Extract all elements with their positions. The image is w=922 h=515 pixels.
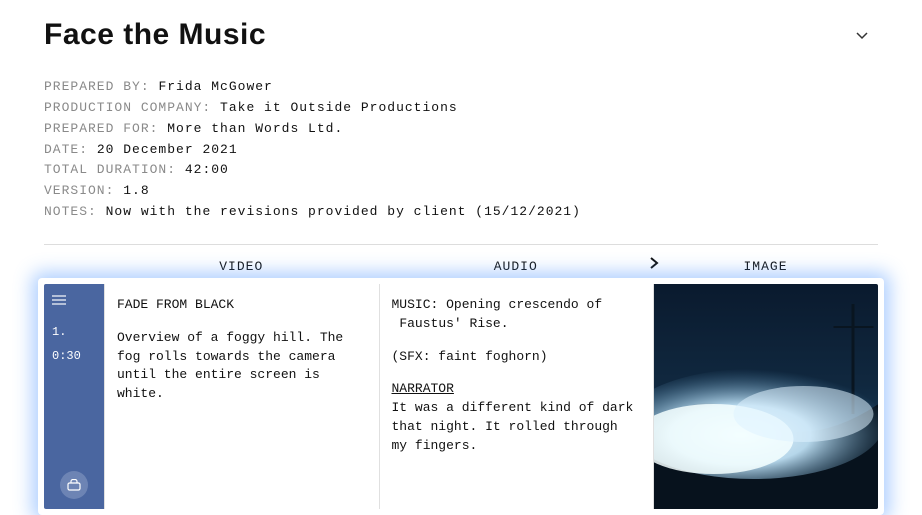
audio-cell[interactable]: MUSIC: Opening crescendo of Faustus' Ris… [379, 284, 654, 509]
row-gutter: 1. 0:30 [44, 284, 104, 509]
storyboard-row-wrap: 1. 0:30 FADE FROM BLACK Overview of a fo… [44, 284, 878, 509]
meta-label-date: DATE: [44, 142, 88, 157]
header-gutter [44, 253, 104, 280]
title-row: Face the Music [44, 18, 878, 52]
audio-text-1: MUSIC: Opening crescendo of Faustus' Ris… [392, 296, 642, 334]
meta-value-total-duration: 42:00 [185, 162, 229, 177]
meta-label-total-duration: TOTAL DURATION: [44, 162, 176, 177]
video-text-2: Overview of a foggy hill. The fog rolls … [117, 329, 367, 404]
header-audio: AUDIO [379, 253, 654, 280]
meta-value-version: 1.8 [123, 183, 149, 198]
row-timecode: 0:30 [52, 349, 96, 363]
audio-text-3: It was a different kind of dark that nig… [392, 399, 642, 456]
drag-handle-icon[interactable] [52, 294, 96, 309]
meta-label-prepared-for: PREPARED FOR: [44, 121, 158, 136]
header-video: VIDEO [104, 253, 379, 280]
storyboard-row[interactable]: 1. 0:30 FADE FROM BLACK Overview of a fo… [44, 284, 878, 509]
meta-label-notes: NOTES: [44, 204, 97, 219]
toolbox-icon[interactable] [60, 471, 88, 499]
meta-label-prepared-by: PREPARED BY: [44, 79, 150, 94]
meta-label-version: VERSION: [44, 183, 114, 198]
video-text-1: FADE FROM BLACK [117, 296, 367, 315]
section-divider [44, 244, 878, 245]
audio-narrator-label: NARRATOR [392, 381, 454, 396]
audio-text-2: (SFX: faint foghorn) [392, 348, 642, 367]
chevron-down-icon[interactable] [846, 21, 878, 49]
header-image: IMAGE [653, 253, 878, 280]
image-cell[interactable] [653, 284, 878, 509]
grid-header: VIDEO AUDIO IMAGE [44, 253, 878, 280]
video-cell[interactable]: FADE FROM BLACK Overview of a foggy hill… [104, 284, 379, 509]
storyboard-page: Face the Music PREPARED BY: Frida McGowe… [0, 0, 922, 515]
meta-value-prepared-for: More than Words Ltd. [167, 121, 343, 136]
row-number: 1. [52, 325, 96, 339]
meta-value-date: 20 December 2021 [97, 142, 238, 157]
page-title: Face the Music [44, 18, 266, 52]
header-audio-label: AUDIO [494, 259, 538, 274]
meta-block: PREPARED BY: Frida McGower PRODUCTION CO… [44, 78, 878, 222]
chevron-right-icon[interactable] [649, 257, 659, 273]
meta-value-prepared-by: Frida McGower [158, 79, 272, 94]
meta-label-production-company: PRODUCTION COMPANY: [44, 100, 211, 115]
meta-value-notes: Now with the revisions provided by clien… [106, 204, 581, 219]
storyboard-thumbnail [654, 284, 878, 509]
meta-value-production-company: Take it Outside Productions [220, 100, 458, 115]
